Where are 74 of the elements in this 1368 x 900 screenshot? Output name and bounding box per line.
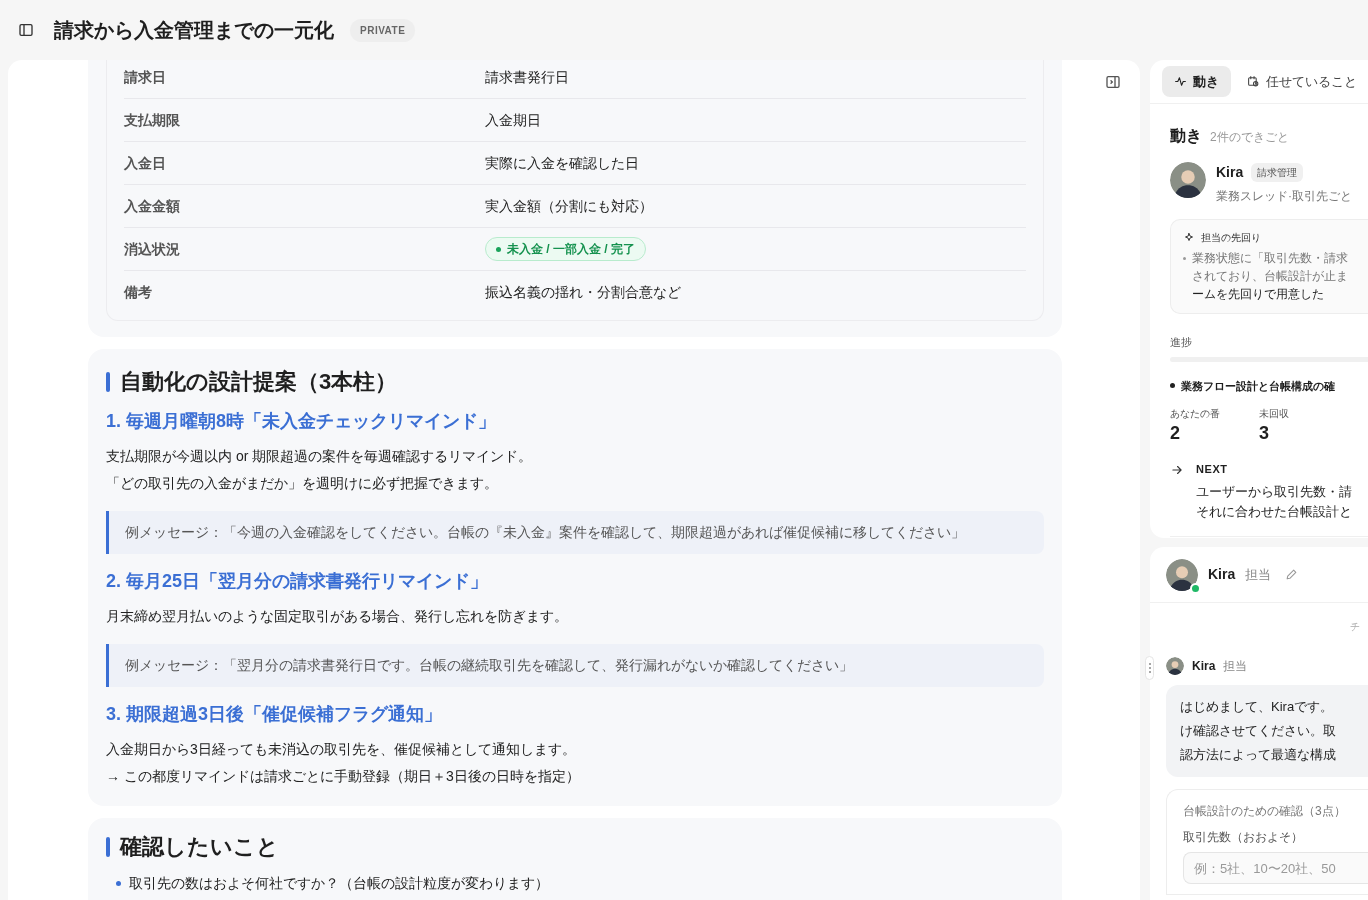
panel-tab[interactable]: 任せていること [1235,65,1368,98]
example-message: 例メッセージ：「翌月分の請求書発行日です。台帳の継続取引先を確認して、発行漏れがないか確認してください」 [106,644,1044,687]
next-label: NEXT [1196,462,1229,477]
sidebar-toggle-icon[interactable] [18,22,34,38]
message-text: け確認させてください。取 [1180,722,1337,740]
role-label: 担当 [1223,658,1248,675]
stat-label: あなたの番 [1170,407,1221,421]
field-value: 実際に入金を確認した日 [485,153,639,173]
body-text: 「どの取引先の入金がまだか」を週明けに必ず把握できます。 [106,474,499,493]
sender-name: Kira [1192,658,1216,675]
event-count: 2件のできごと [1210,129,1289,146]
field-value: 入金期日 [485,110,541,130]
form-title: 台帳設計のための確認（3点） [1183,803,1347,820]
role-label: 担当 [1245,565,1272,584]
bullet-icon [1183,256,1186,260]
body-text: 支払期限が今週以内 or 期限超過の案件を毎週確認するリマインド。 [106,447,534,466]
body-text: → この都度リマインドは請求ごとに手動登録（期日＋3日後の日時を指定） [106,767,581,786]
item-title: 2. 毎月25日「翌月分の請求書発行リマインド」 [106,570,490,593]
progress-label: 進捗 [1170,335,1193,350]
pulse-icon [1174,75,1187,88]
next-text: ユーザーから取引先数・請 [1196,482,1352,501]
bullet-text: 業務状態に「取引先数・請求 [1192,250,1348,267]
bullet-text: されており、台帳設計が止ま [1192,268,1348,285]
bullet-icon [116,881,121,886]
assignee-name: Kira [1208,565,1236,584]
stat-label: 未回収 [1259,407,1290,421]
field-label: 消込状況 [124,239,181,259]
privacy-badge: PRIVATE [350,18,416,42]
event-author: Kira [1216,163,1244,182]
panel-collapse-icon[interactable] [1105,74,1121,90]
status-badge: 未入金 / 一部入金 / 完了 [485,237,646,261]
section-heading: 自動化の設計提案（3本柱） [120,368,398,396]
message-text: 認方法によって最適な構成 [1180,746,1337,764]
arrow-right-icon [1170,463,1184,477]
section-heading: 確認したいこと [120,833,279,861]
field-value: 振込名義の揺れ・分割合意など [485,283,681,302]
bullet-text: 取引先の数はおよそ何社ですか？（台帳の設計粒度が変わります） [129,874,549,893]
heading-accent-bar [106,371,110,392]
stat-value: 3 [1259,422,1270,445]
example-message: 例メッセージ：「今週の入金確認をしてください。台帳の『未入金』案件を確認して、期限超過があれば催促候補に移してください」 [106,511,1044,554]
page-title: 請求から入金管理までの一元化 [54,18,334,43]
resize-handle[interactable] [1145,656,1154,680]
field-value: 請求書発行日 [485,67,569,87]
category-tag: 請求管理 [1251,163,1304,182]
field-label: 入金金額 [124,196,181,216]
card-title: 担当の先回り [1201,231,1261,245]
event-subtitle: 業務スレッド·取引先ごと [1216,188,1348,205]
message-text: はじめまして、Kiraです。 [1180,698,1335,716]
input-field[interactable]: 例：5社、10〜20社、50 [1183,852,1368,884]
pencil-icon[interactable] [1285,568,1299,581]
stat-value: 2 [1170,422,1181,445]
item-title: 1. 毎週月曜朝8時「未入金チェックリマインド」 [106,410,498,433]
field-value: 実入金額（分割にも対応） [485,196,653,216]
stage-text: 業務フロー設計と台帳構成の確 [1181,378,1335,394]
field-label: 入金日 [124,153,167,173]
bullet-icon [1170,383,1175,389]
field-label: 支払期限 [124,110,181,130]
next-text: それに合わせた台帳設計と [1196,502,1352,521]
avatar-icon [1166,657,1184,675]
field-label: 備考 [124,283,153,302]
heading-accent-bar [106,836,110,857]
avatar-icon [1166,558,1198,591]
body-text: 入金期日から3日経っても未消込の取引先を、催促候補として通知します。 [106,740,577,759]
panel-heading: 動き [1170,126,1202,146]
calendar-clock-icon [1247,75,1260,88]
panel-tab[interactable]: 動き [1162,65,1231,98]
field-label: 取引先数（おおよそ） [1183,829,1304,846]
body-text: 月末締め翌月払いのような固定取引がある場合、発行し忘れを防ぎます。 [106,607,569,626]
avatar-icon [1170,162,1206,198]
bullet-text: ームを先回りで用意した [1192,286,1324,303]
date-divider: チ [1350,620,1360,634]
field-label: 請求日 [124,67,167,87]
item-title: 3. 期限超過3日後「催促候補フラグ通知」 [106,703,444,726]
sparkle-icon [1183,231,1195,244]
